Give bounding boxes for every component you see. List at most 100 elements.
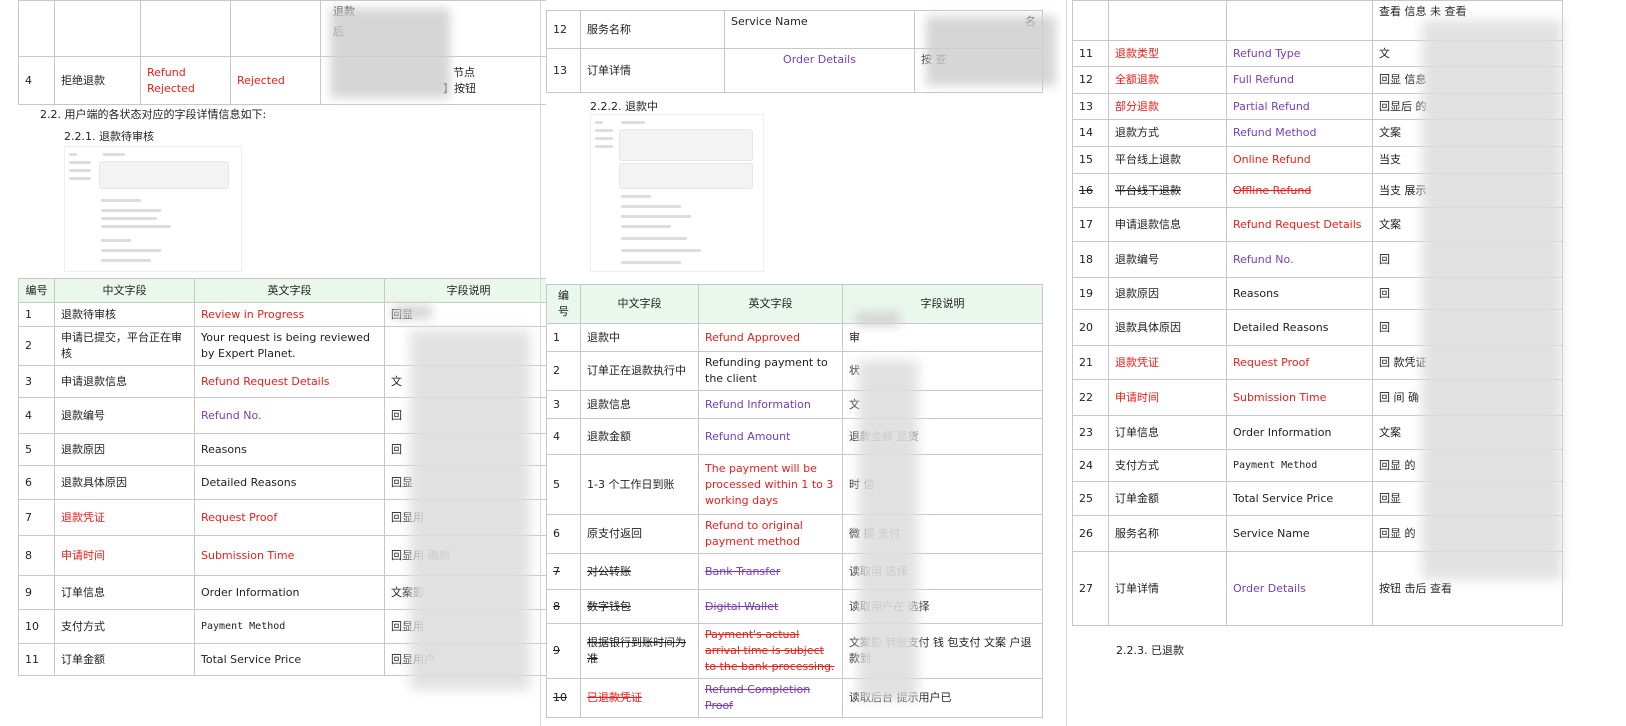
redaction — [926, 16, 1056, 86]
cell-zh: 退款原因 — [1108, 277, 1227, 310]
column-header: 英文字段 — [194, 278, 385, 303]
cell-num: 20 — [1072, 309, 1109, 346]
subsection-heading: 2.2.1. 退款待审核 — [64, 130, 154, 143]
cell-num: 3 — [546, 390, 581, 419]
cell-en: Total Service Price — [194, 643, 385, 676]
cell-en: Order Details — [1226, 551, 1373, 626]
cell-zh: 根据银行到账时间为准 — [580, 623, 699, 679]
cell-en: Submission Time — [194, 535, 385, 576]
left-top-table: 退款 后 4 拒绝退款 Refund Rejected Rejected 节点 … — [18, 0, 552, 105]
redaction — [410, 330, 530, 690]
cell-en: Refund Type — [1226, 40, 1373, 67]
cell-en: Refund Information — [698, 390, 843, 419]
cell-en: Review in Progress — [194, 302, 385, 327]
cell-zh: 退款具体原因 — [1108, 309, 1227, 346]
cell-en: Payment's actual arrival time is subject… — [698, 623, 843, 679]
cell-en: Digital Wallet — [698, 589, 843, 624]
cell-en: Online Refund — [1226, 146, 1373, 174]
cell-num: 1 — [546, 323, 581, 352]
cell-zh: 退款编号 — [1108, 241, 1227, 278]
table-row: 2 订单正在退款执行中 Refunding payment to the clien… — [546, 351, 1043, 391]
cell-num: 10 — [18, 609, 55, 644]
cell-en: Submission Time — [1226, 379, 1373, 416]
cell-num: 6 — [18, 465, 55, 500]
cell-en: Order Details — [724, 48, 915, 93]
cell-zh: 退款编号 — [54, 397, 195, 434]
cell-zh: 退款原因 — [54, 433, 195, 466]
table-row: 10已退款凭证Refund Completion Proof读取后台 提示用户已 — [546, 678, 1043, 718]
cell-num: 7 — [546, 553, 581, 590]
cell-en: Refund Request Details — [194, 365, 385, 398]
cell-num: 6 — [546, 514, 581, 554]
cell-zh: 服务名称 — [1108, 515, 1227, 552]
cell-zh: 订单金额 — [1108, 481, 1227, 516]
cell-en: Refund No. — [1226, 241, 1373, 278]
cell-num: 7 — [18, 499, 55, 536]
cell-num: 21 — [1072, 345, 1109, 380]
cell-zh: 退款信息 — [580, 390, 699, 419]
cell-en: Order Information — [1226, 415, 1373, 450]
left-page: 退款 后 4 拒绝退款 Refund Rejected Rejected 节点 … — [0, 0, 552, 726]
cell-zh: 退款方式 — [1108, 119, 1227, 147]
cell-num: 14 — [1072, 119, 1109, 147]
middle-page: 12 服务名称 Service Name 名 13 订单详情 Order Det… — [546, 0, 1062, 726]
cell-zh: 退款凭证 — [54, 499, 195, 536]
cell-en: Reasons — [194, 433, 385, 466]
cell-en: Bank Transfer — [698, 553, 843, 590]
cell-zh: 支付方式 — [54, 609, 195, 644]
column-header: 中文字段 — [580, 284, 699, 324]
cell-zh: 对公转账 — [580, 553, 699, 590]
cell-en-line: Refund — [147, 65, 186, 79]
table-row: 退款 后 — [18, 0, 552, 57]
table-row: 9 根据银行到账时间为准 Payment's actual arrival time… — [546, 623, 1043, 679]
cell-num: 22 — [1072, 379, 1109, 416]
cell-zh — [1108, 0, 1227, 41]
cell-zh: 退款金额 — [580, 418, 699, 455]
cell-en: Refunding payment to the client — [698, 351, 843, 391]
cell-en: Partial Refund — [1226, 93, 1373, 120]
cell-en: Refund Completion Proof — [698, 678, 843, 718]
cell-en: Total Service Price — [1226, 481, 1373, 516]
cell-num: 4 — [18, 397, 55, 434]
table-row: 1 退款中 Refund Approved 审 — [546, 323, 1043, 352]
cell-en: Order Information — [194, 575, 385, 610]
cell-en: Refund Rejected — [140, 56, 231, 105]
cell-en: Payment Method — [194, 609, 385, 644]
table-row: 4退款金额Refund Amount退款金额 显货 — [546, 418, 1043, 455]
cell-num — [1072, 0, 1109, 41]
redaction — [858, 360, 918, 700]
cell-en: Payment Method — [1226, 449, 1373, 482]
cell-zh: 全额退款 — [1108, 66, 1227, 94]
right-page: 查看 信息 未 查看 11 退款类型 Refund Type 文 12 全额退款 Full … — [1072, 0, 1626, 726]
cell-zh: 订单信息 — [1108, 415, 1227, 450]
table-row: 8数字钱包Digital Wallet读取用户在 选择 — [546, 589, 1043, 624]
cell-num: 24 — [1072, 449, 1109, 482]
cell-num: 15 — [1072, 146, 1109, 174]
cell-num: 2 — [546, 351, 581, 391]
column-header: 编号 — [18, 278, 55, 303]
table-row: 3 退款信息 Refund Information 文 — [546, 390, 1043, 419]
column-header: 编号 — [546, 284, 581, 324]
section-heading: 2.2. 用户端的各状态对应的字段详情信息如下: — [40, 108, 267, 121]
cell-en: Refund Approved — [698, 323, 843, 352]
cell-num: 5 — [18, 433, 55, 466]
cell-zh: 退款类型 — [1108, 40, 1227, 67]
cell-num: 16 — [1072, 173, 1109, 208]
cell-zh: 订单金额 — [54, 643, 195, 676]
cell-num: 4 — [18, 56, 55, 105]
cell-zh: 订单正在退款执行中 — [580, 351, 699, 391]
cell-num: 9 — [18, 575, 55, 610]
cell-num: 17 — [1072, 207, 1109, 242]
cell-num: 5 — [546, 454, 581, 515]
cell-zh: 服务名称 — [580, 10, 725, 49]
cell-en: Full Refund — [1226, 66, 1373, 94]
cell-zh: 订单信息 — [54, 575, 195, 610]
cell-en: Refund Request Details — [1226, 207, 1373, 242]
cell-zh: 订单详情 — [580, 48, 725, 93]
cell-zh: 原支付返回 — [580, 514, 699, 554]
cell-num: 8 — [18, 535, 55, 576]
table-header-row: 编号 中文字段 英文字段 字段说明 — [546, 284, 1043, 324]
cell-zh: 支付方式 — [1108, 449, 1227, 482]
cell-en: Your request is being reviewed by Expert… — [194, 326, 385, 366]
cell-num: 13 — [1072, 93, 1109, 120]
